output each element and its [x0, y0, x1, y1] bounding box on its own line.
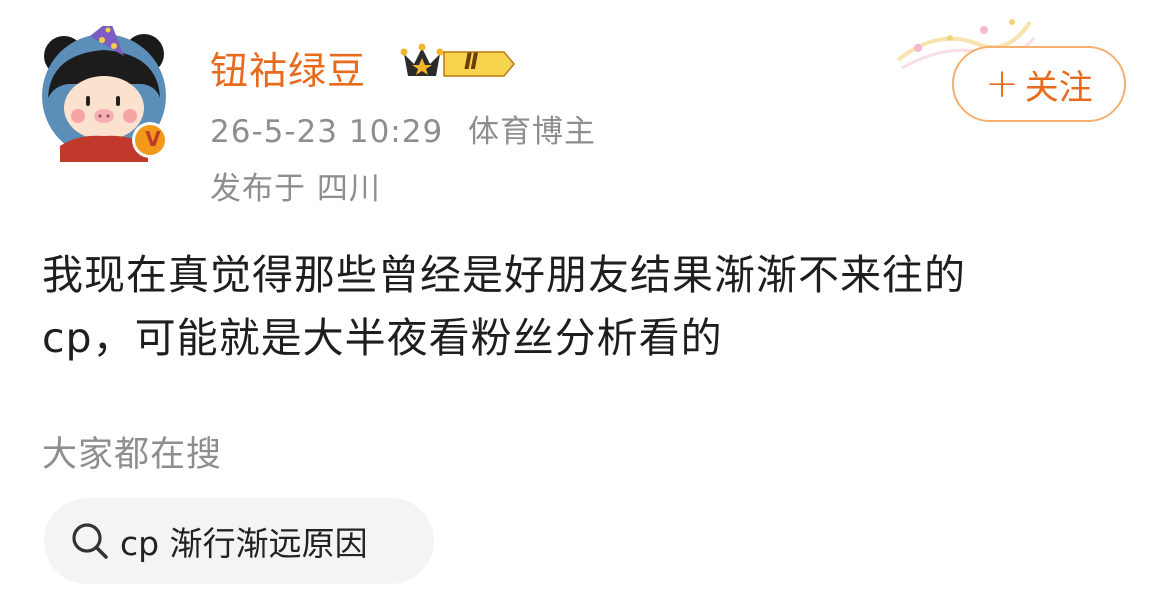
post-content-line: 我现在真觉得那些曾经是好朋友结果渐渐不来往的 [42, 251, 966, 299]
search-icon [72, 523, 108, 559]
trending-search-label: 大家都在搜 [42, 435, 223, 475]
user-tag: 体育博主 [468, 114, 597, 150]
post-meta: 26-5-23 10:29 体育博主 [210, 106, 596, 151]
post-content-line: cp，可能就是大半夜看粉丝分析看的 [42, 314, 723, 362]
crown-icon [400, 43, 515, 77]
member-level-badge[interactable]: Ⅱ [400, 42, 518, 86]
verified-badge: V [145, 127, 161, 151]
post-content: 我现在真觉得那些曾经是好朋友结果渐渐不来往的 cp，可能就是大半夜看粉丝分析看的 [42, 244, 1132, 370]
plus-icon: + [985, 61, 1019, 107]
username[interactable]: 钮祜绿豆 [210, 40, 366, 95]
level-number: Ⅱ [464, 50, 479, 75]
post-timestamp: 26-5-23 10:29 [210, 114, 444, 150]
trending-search-chip[interactable]: cp 渐行渐远原因 [44, 498, 434, 584]
follow-label: 关注 [1024, 67, 1093, 108]
follow-button[interactable]: + 关注 [952, 46, 1126, 122]
trending-search-query: cp 渐行渐远原因 [120, 524, 368, 563]
post-location: 发布于 四川 [210, 171, 381, 207]
